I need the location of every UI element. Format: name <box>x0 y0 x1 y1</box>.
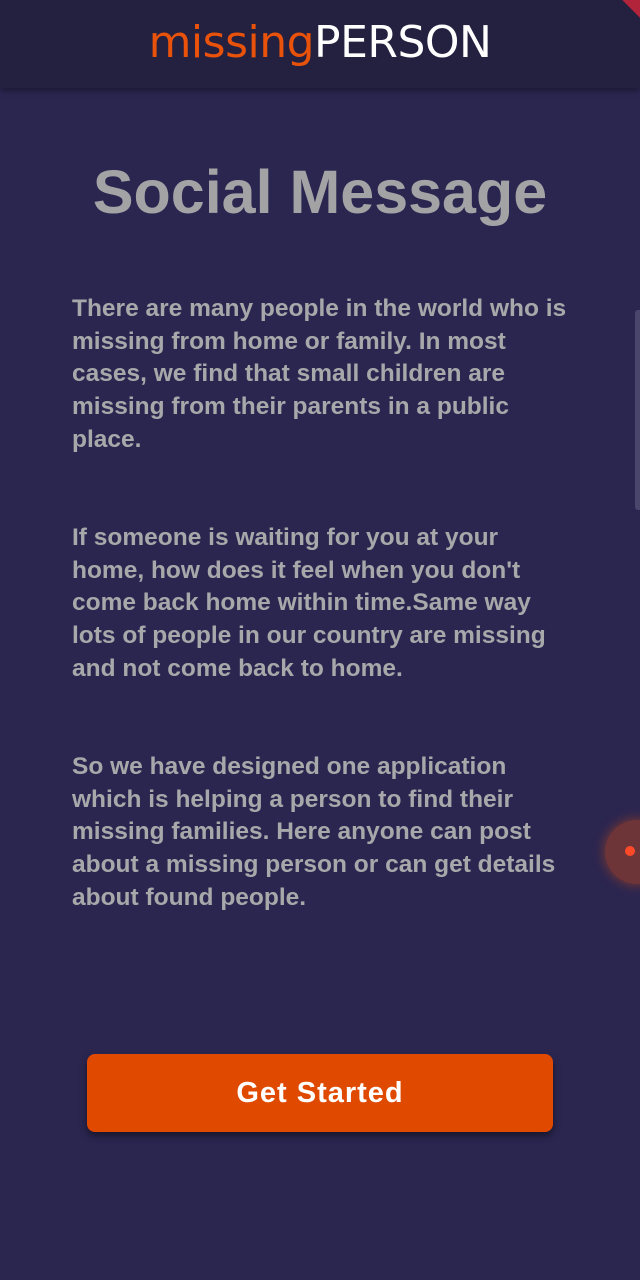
app-logo: missingPERSON <box>149 21 492 65</box>
logo-person-text: PERSON <box>314 17 492 68</box>
scrollbar-thumb[interactable] <box>635 310 640 510</box>
debug-banner <box>595 0 640 30</box>
logo-missing-text: missing <box>148 17 315 68</box>
record-dot-icon <box>625 846 635 856</box>
get-started-button[interactable]: Get Started <box>87 1054 553 1132</box>
message-paragraph-2: If someone is waiting for you at your ho… <box>72 524 546 682</box>
message-paragraph-3: So we have designed one application whic… <box>72 753 556 911</box>
message-paragraph-1: There are many people in the world who i… <box>72 295 567 453</box>
app-bar: missingPERSON <box>0 0 640 88</box>
page-title: Social Message <box>92 158 548 226</box>
main-content: Social Message There are many people in … <box>0 88 640 1280</box>
